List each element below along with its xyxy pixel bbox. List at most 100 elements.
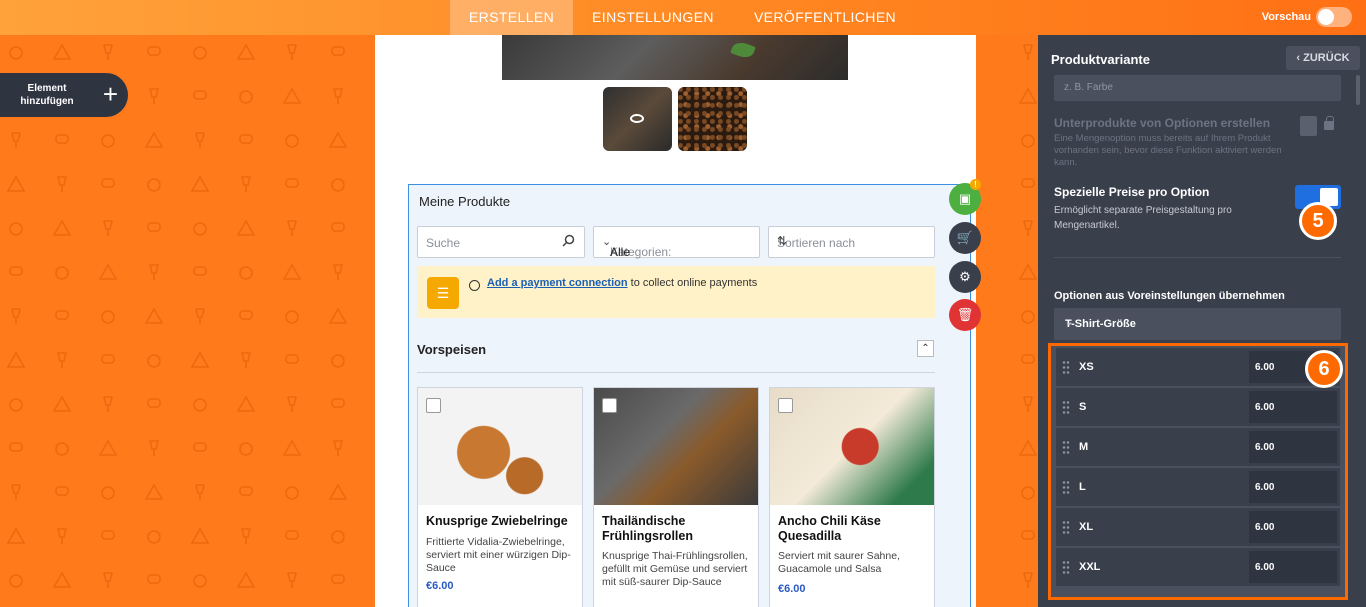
drag-handle-icon[interactable] [1062, 520, 1070, 534]
doodle-shape [9, 398, 23, 412]
sort-icon: ⇅ [777, 234, 788, 248]
tab-erstellen[interactable]: ERSTELLEN [450, 0, 573, 35]
option-price-input[interactable]: 6.00 [1249, 431, 1337, 463]
subproducts-toggle [1300, 116, 1317, 136]
doodle-shape [102, 396, 114, 412]
add-element-label-line1: Element [27, 83, 67, 94]
option-row[interactable]: XL 6.00 [1056, 508, 1340, 546]
drag-handle-icon[interactable] [1062, 400, 1070, 414]
preview-toggle[interactable] [1316, 7, 1352, 27]
doodle-shape [101, 310, 115, 324]
checklist-icon: ☰ [427, 277, 459, 309]
add-element-label-line2: hinzufügen [20, 96, 74, 107]
option-size: XXL [1079, 561, 1101, 573]
doodle-shape [282, 263, 302, 280]
variant-name-input[interactable]: z. B. Farbe [1054, 75, 1341, 101]
doodle-shape [1022, 220, 1034, 236]
doodle-shape [52, 571, 72, 588]
top-navigation-bar: ERSTELLEN EINSTELLUNGEN VERÖFFENTLICHEN … [0, 0, 1366, 35]
radio-icon[interactable] [469, 280, 480, 291]
doodle-shape [55, 310, 69, 320]
product-card[interactable]: Knusprige Zwiebelringe Frittierte Vidali… [417, 387, 583, 607]
option-price-input[interactable]: 6.00 [1249, 551, 1337, 583]
add-payment-link[interactable]: Add a payment connection [487, 277, 628, 289]
option-size: L [1079, 481, 1086, 493]
option-price-value: 6.00 [1255, 442, 1275, 453]
leaf-garnish [730, 39, 756, 61]
doodle-shape [9, 266, 23, 276]
doodle-shape [1021, 310, 1035, 324]
doodle-shape [285, 354, 299, 364]
doodle-shape [193, 46, 207, 60]
presets-select[interactable]: T-Shirt-Größe ⌄ [1054, 308, 1341, 340]
option-row[interactable]: M 6.00 [1056, 428, 1340, 466]
cart-button[interactable]: 🛒 [949, 222, 981, 254]
doodle-shape [102, 44, 114, 60]
doodle-shape [193, 266, 207, 276]
select-checkbox[interactable] [602, 398, 617, 413]
search-input[interactable]: Suche [417, 226, 585, 258]
product-thumbnail-2[interactable] [678, 87, 747, 151]
doodle-shape [328, 307, 348, 324]
option-row[interactable]: L 6.00 [1056, 468, 1340, 506]
panel-title: Produktvariante [1051, 52, 1150, 67]
settings-button[interactable]: ⚙ [949, 261, 981, 293]
product-image-spring-rolls [594, 388, 758, 505]
doodle-shape [1022, 572, 1034, 588]
panel-scrollbar[interactable] [1356, 75, 1360, 105]
tab-veroeffentlichen[interactable]: VERÖFFENTLICHEN [740, 0, 910, 35]
add-element-label: Element hinzufügen [14, 82, 80, 108]
collapse-button[interactable]: ⌃ [917, 340, 934, 357]
doodle-shape [331, 530, 345, 544]
payment-banner-text: Add a payment connection to collect onli… [487, 277, 757, 289]
doodle-shape [286, 220, 298, 236]
product-card[interactable]: Ancho Chili Käse Quesadilla Serviert mit… [769, 387, 935, 607]
option-price-input[interactable]: 6.00 [1249, 471, 1337, 503]
chevron-down-icon: ⌄ [602, 236, 612, 248]
option-row[interactable]: S 6.00 [1056, 388, 1340, 426]
doodle-shape [193, 222, 207, 236]
drag-handle-icon[interactable] [1062, 480, 1070, 494]
doodle-shape [148, 264, 160, 280]
doodle-shape [52, 43, 72, 60]
product-price: €6.00 [778, 583, 806, 595]
doodle-shape [193, 90, 207, 100]
drag-handle-icon[interactable] [1062, 440, 1070, 454]
product-card[interactable]: Thailändische Frühlingsrollen Knusprige … [593, 387, 759, 607]
product-image-onion-rings [418, 388, 582, 505]
add-element-button[interactable]: Element hinzufügen + [0, 73, 128, 117]
option-row[interactable]: XS 6.00 [1056, 348, 1340, 386]
option-price-table: XS 6.00 S 6.00 M 6.00 L 6.00 XL 6.00 XXL… [1048, 343, 1348, 600]
sort-select[interactable]: Sortieren nach ⇅ [768, 226, 935, 258]
option-price-input[interactable]: 6.00 [1249, 391, 1337, 423]
option-price-input[interactable]: 6.00 [1249, 511, 1337, 543]
delete-button[interactable]: 🗑 [949, 299, 981, 331]
doodle-shape [332, 88, 344, 104]
doodle-shape [240, 176, 252, 192]
doodle-shape [101, 354, 115, 364]
select-checkbox[interactable] [778, 398, 793, 413]
doodle-shape [331, 398, 345, 408]
panel-divider [1054, 257, 1341, 258]
doodle-shape [1022, 396, 1034, 412]
doodle-shape [98, 263, 118, 280]
doodle-shape [102, 220, 114, 236]
presets-label: Optionen aus Voreinstellungen übernehmen [1054, 290, 1285, 302]
doodle-shape [282, 87, 302, 104]
doodle-shape [236, 43, 256, 60]
product-name: Knusprige Zwiebelringe [426, 514, 568, 528]
back-button[interactable]: ‹ ZURÜCK [1286, 46, 1360, 70]
drag-handle-icon[interactable] [1062, 360, 1070, 374]
doodle-shape [10, 484, 22, 500]
products-widget[interactable]: Meine Produkte Suche Kategorien: Alle ⌄ … [408, 184, 971, 607]
option-row[interactable]: XXL 6.00 [1056, 548, 1340, 586]
product-thumbnail-1[interactable] [603, 87, 672, 151]
drag-handle-icon[interactable] [1062, 560, 1070, 574]
tab-einstellungen[interactable]: EINSTELLUNGEN [583, 0, 723, 35]
doodle-shape [193, 398, 207, 412]
doodle-shape [56, 352, 68, 368]
doodle-shape [332, 440, 344, 456]
chevron-down-icon: ⌄ [1065, 317, 1074, 328]
category-select[interactable]: Kategorien: Alle ⌄ [593, 226, 760, 259]
select-checkbox[interactable] [426, 398, 441, 413]
